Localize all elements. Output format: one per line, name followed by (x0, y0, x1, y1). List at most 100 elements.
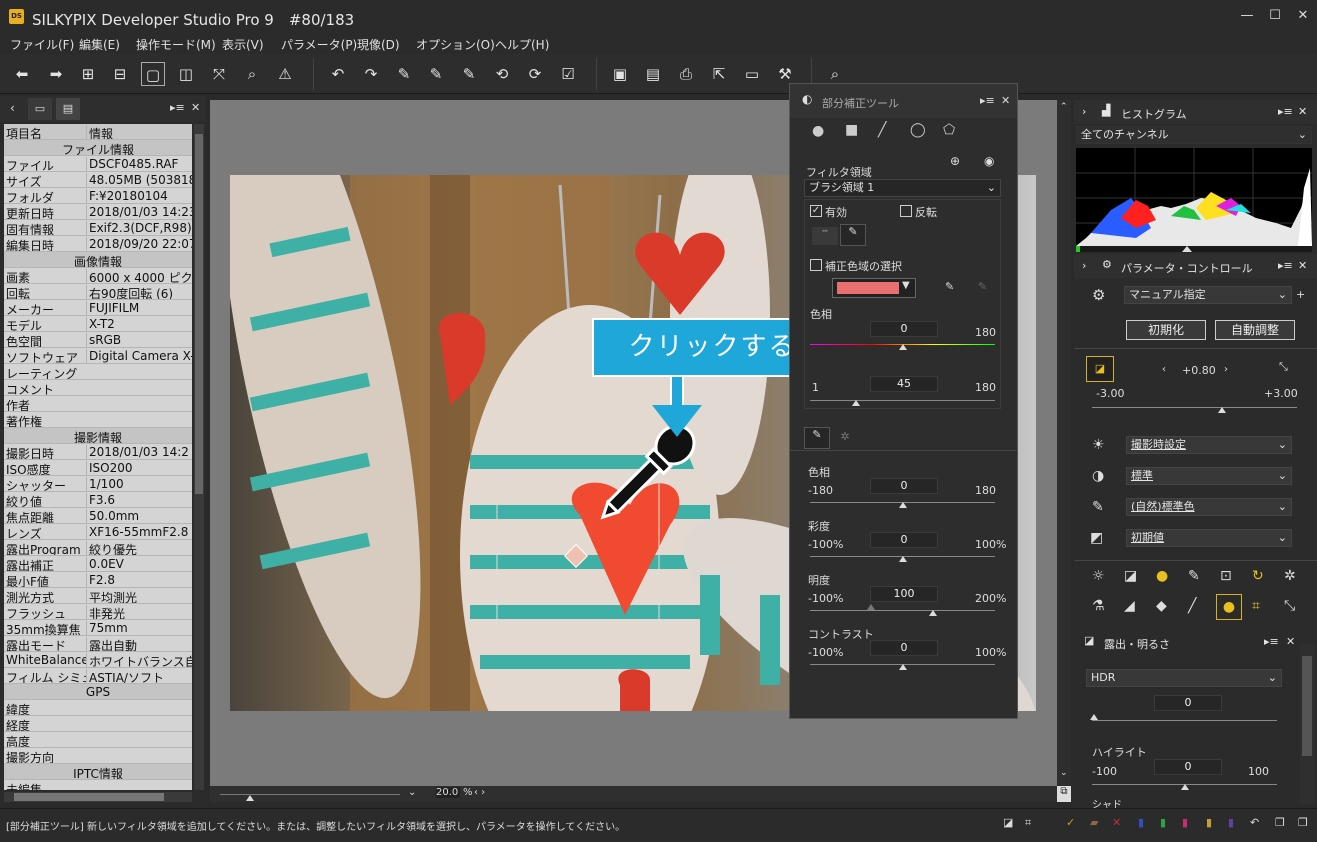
menu-view[interactable]: 表示(V) (222, 36, 264, 53)
color-select-checkbox[interactable] (810, 259, 822, 271)
highlight-slider-thumb[interactable] (1181, 784, 1189, 790)
adjust-slider[interactable] (810, 610, 995, 611)
tag-yellow-icon[interactable]: ▮ (1206, 816, 1212, 829)
color-swatch-select[interactable]: ▼ (832, 278, 916, 298)
maximize-icon[interactable]: ☐ (1264, 6, 1286, 26)
info-row[interactable]: 緯度 (4, 700, 192, 716)
menu-develop[interactable]: 現像(D) (357, 36, 400, 53)
adjust-tab-icon[interactable]: ✎ (804, 427, 830, 449)
zoom-slider-thumb[interactable] (246, 795, 254, 801)
info-row[interactable]: 露出Program 絞り優先 (4, 540, 192, 556)
info-row[interactable]: フィルム シミュレーASTIA/ソフト (4, 668, 192, 684)
sharpness-select[interactable]: 初期値 ⌄ (1126, 529, 1292, 547)
rotate-right-icon[interactable]: ⟳ (523, 62, 547, 86)
info-scrollbar[interactable] (194, 124, 204, 790)
color-tool-icon[interactable]: ● (1156, 568, 1168, 584)
panel-close-icon[interactable]: ✕ (1298, 105, 1307, 118)
exposure-icon[interactable]: ◪ (1086, 356, 1114, 382)
range-slider-thumb[interactable] (852, 400, 860, 406)
brightness-tool-icon[interactable]: ☼ (1092, 568, 1105, 584)
develop-icon[interactable]: ▣ (608, 62, 632, 86)
info-row[interactable]: 固有情報 Exif2.3(DCF,R98) Y (4, 220, 192, 236)
info-row[interactable]: 測光方式 平均測光 (4, 588, 192, 604)
info-row[interactable]: 画素 6000 x 4000 ピクセル (4, 268, 192, 284)
info-row[interactable]: 35mm換算焦 75mm (4, 620, 192, 636)
adjust-value[interactable]: 100 (870, 586, 938, 602)
rotate-left-icon[interactable]: ⟲ (490, 62, 514, 86)
mark-icon[interactable]: ☑ (556, 62, 580, 86)
eyedropper-remove-icon[interactable]: ✎ (978, 280, 987, 293)
hue-value[interactable]: 0 (870, 321, 938, 337)
collapse-icon[interactable]: ‹ (10, 101, 15, 115)
paste-icon[interactable]: ✎ (424, 62, 448, 86)
info-row[interactable]: 最小F値 F2.8 (4, 572, 192, 588)
info-row[interactable]: ソフトウェア Digital Camera X-T (4, 348, 192, 364)
tag-blue-icon[interactable]: ▮ (1138, 816, 1144, 829)
copy-status-icon[interactable]: ❐ (1275, 816, 1285, 829)
panel-menu-icon[interactable]: ▸≡ (1264, 635, 1279, 648)
hdr-value[interactable]: 0 (1154, 695, 1222, 711)
info-row[interactable]: ISO感度 ISO200 (4, 460, 192, 476)
info-row[interactable]: 高度 (4, 732, 192, 748)
info-row[interactable]: 更新日時 2018/01/03 14:23: (4, 204, 192, 220)
info-row[interactable]: 絞り値 F3.6 (4, 492, 192, 508)
warning-icon[interactable]: ⚠ (273, 62, 297, 86)
filter-region-select[interactable]: ブラシ領域 1 ⌄ (804, 179, 1001, 197)
crop-tool-icon[interactable]: ⌗ (1252, 598, 1260, 614)
menu-mode[interactable]: 操作モード(M) (136, 36, 216, 53)
info-row[interactable]: 経度 (4, 716, 192, 732)
eyedropper-icon[interactable]: ✎ (392, 62, 416, 86)
folder-mark-icon[interactable]: ▰ (1090, 816, 1098, 829)
single-view-icon[interactable]: ▢ (141, 62, 165, 86)
zoom-value[interactable]: 20.0 (436, 787, 460, 798)
info-row[interactable]: コメント (4, 380, 192, 396)
rotate-tool-icon[interactable]: ↻ (1252, 568, 1264, 584)
exposure-value[interactable]: +0.80 (1182, 364, 1216, 377)
add-filter-icon[interactable]: ⊕ (950, 154, 960, 168)
menu-params[interactable]: パラメータ(P) (281, 36, 357, 53)
hdr-slider[interactable] (1092, 720, 1277, 721)
menu-edit[interactable]: 編集(E) (79, 36, 120, 53)
hdr-select[interactable]: HDR ⌄ (1086, 669, 1282, 687)
channel-select[interactable]: 全てのチャンネル ⌄ (1076, 126, 1312, 144)
view-vscrollbar[interactable]: ⌃ ⌄ (1057, 100, 1071, 786)
info-row[interactable]: 露出モード 露出自動 (4, 636, 192, 652)
exposure-link-icon[interactable]: ⤡ (1279, 360, 1288, 374)
adjust-value[interactable]: 0 (870, 640, 938, 656)
filmstrip-icon[interactable]: ⊟ (108, 62, 132, 86)
hdr-slider-thumb[interactable] (1090, 714, 1098, 720)
info-row[interactable]: フォルダ F:¥20180104 (4, 188, 192, 204)
prev-icon[interactable]: ⬅ (10, 62, 34, 86)
partial-panel-close-icon[interactable]: ✕ (1001, 94, 1010, 107)
enabled-checkbox[interactable]: ✓ (810, 205, 822, 217)
minimize-icon[interactable]: — (1236, 6, 1258, 26)
square-region-icon[interactable]: ■ (845, 122, 858, 138)
dust-tool-icon[interactable]: ⚗ (1092, 598, 1105, 614)
partial-panel-menu-icon[interactable]: ▸≡ (980, 94, 995, 107)
adjust-slider-thumb[interactable] (898, 664, 907, 670)
info-row[interactable]: レンズ XF16-55mmF2.8 (4, 524, 192, 540)
redo-icon[interactable]: ↷ (359, 62, 383, 86)
info-hscrollbar[interactable] (4, 792, 192, 802)
undo-status-icon[interactable]: ↶ (1250, 816, 1259, 829)
info-row[interactable]: 撮影方向 (4, 748, 192, 764)
tag-green-icon[interactable]: ▮ (1160, 816, 1166, 829)
highlight-value[interactable]: 0 (1154, 759, 1222, 775)
effect-tab-icon[interactable]: ✲ (832, 430, 858, 448)
panel-close-icon[interactable]: ✕ (1298, 259, 1307, 272)
check-mark-icon[interactable]: ✓ (1066, 816, 1075, 829)
zoom-down-icon[interactable]: ⌄ (408, 787, 416, 798)
auto-adjust-button[interactable]: 自動調整 (1215, 320, 1295, 340)
info-row[interactable]: 露出補正 0.0EV (4, 556, 192, 572)
copy-icon[interactable]: ✎ (457, 62, 481, 86)
menu-file[interactable]: ファイル(F) (10, 36, 74, 53)
polygon-icon[interactable]: ⬠ (943, 122, 955, 138)
close-icon[interactable]: ✕ (1292, 6, 1314, 26)
adjust-slider-thumb[interactable] (898, 556, 907, 562)
tag-red-icon[interactable]: ▮ (1182, 816, 1188, 829)
compare-icon[interactable]: ◫ (174, 62, 198, 86)
remove-filter-icon[interactable]: ◉ (984, 154, 994, 168)
info-row[interactable]: 色空間 sRGB (4, 332, 192, 348)
gradient-tool-icon[interactable]: ◢ (1124, 598, 1135, 614)
info-row[interactable]: シャッター 1/100 (4, 476, 192, 492)
